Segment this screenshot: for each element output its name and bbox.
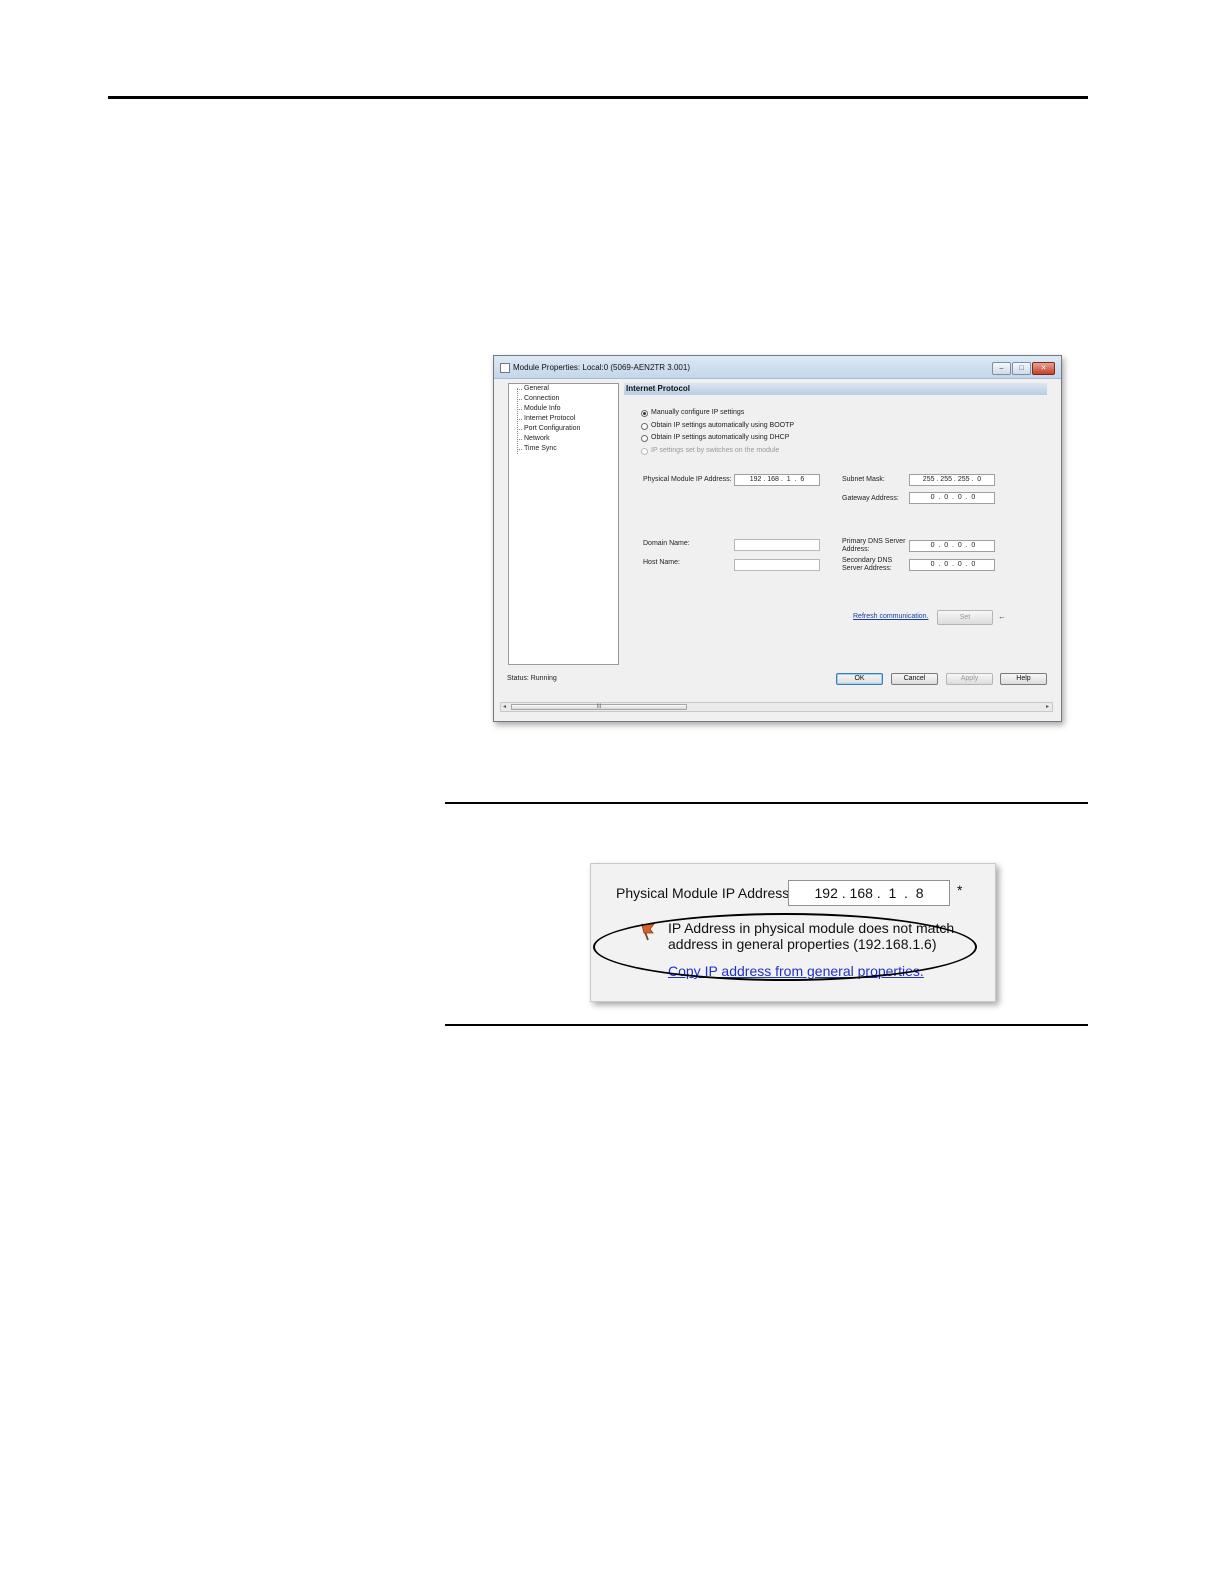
top-rule xyxy=(108,96,1088,99)
arrow-left-icon: ← xyxy=(998,612,1006,621)
secondary-dns-label: Secondary DNS Server Address: xyxy=(842,557,893,572)
tree-item-internet-protocol[interactable]: Internet Protocol xyxy=(524,415,575,422)
radio-manual-label: Manually configure IP settings xyxy=(651,409,745,416)
tree-item-connection[interactable]: Connection xyxy=(524,395,559,402)
radio-switches xyxy=(641,448,648,455)
subnet-mask-label: Subnet Mask: xyxy=(842,476,885,483)
tree-item-network[interactable]: Network xyxy=(524,435,550,442)
apply-button[interactable]: Apply xyxy=(946,673,993,685)
radio-bootp[interactable] xyxy=(641,423,648,430)
modified-indicator: * xyxy=(957,882,963,898)
scroll-right-icon[interactable]: ▸ xyxy=(1046,703,1049,710)
tree-item-port-configuration[interactable]: Port Configuration xyxy=(524,425,580,432)
status-text: Status: Running xyxy=(507,675,557,682)
module-properties-dialog: Module Properties: Local:0 (5069-AEN2TR … xyxy=(493,355,1062,722)
section-header: Internet Protocol xyxy=(624,383,1047,395)
cancel-button[interactable]: Cancel xyxy=(891,673,938,685)
physical-ip-input[interactable]: 192 . 168 . 1 . 6 xyxy=(734,474,820,486)
section-rule-top xyxy=(445,802,1088,804)
domain-name-label: Domain Name: xyxy=(643,540,690,547)
domain-name-input[interactable] xyxy=(734,539,820,551)
detail-physical-ip-label: Physical Module IP Address: xyxy=(616,885,794,901)
primary-dns-label: Primary DNS Server Address: xyxy=(842,538,906,553)
section-title: Internet Protocol xyxy=(626,384,691,393)
host-name-label: Host Name: xyxy=(643,559,680,566)
close-button[interactable]: ✕ xyxy=(1032,362,1055,375)
gateway-input[interactable]: 0 . 0 . 0 . 0 xyxy=(909,492,995,504)
set-button[interactable]: Set xyxy=(937,610,993,625)
scroll-thumb[interactable]: III xyxy=(511,704,687,710)
detail-physical-ip-input[interactable]: 192 . 168 . 1 . 8 xyxy=(788,880,950,906)
secondary-dns-input[interactable]: 0 . 0 . 0 . 0 xyxy=(909,559,995,571)
tree-item-module-info[interactable]: Module Info xyxy=(524,405,561,412)
maximize-button[interactable]: □ xyxy=(1012,362,1031,375)
radio-manual[interactable] xyxy=(641,410,648,417)
app-icon xyxy=(500,363,510,373)
highlight-oval xyxy=(593,913,977,981)
minimize-button[interactable]: – xyxy=(992,362,1011,375)
category-tree: General Connection Module Info Internet … xyxy=(508,383,619,665)
subnet-mask-input[interactable]: 255 . 255 . 255 . 0 xyxy=(909,474,995,486)
scroll-left-icon[interactable]: ◂ xyxy=(503,703,506,710)
physical-ip-label: Physical Module IP Address: xyxy=(643,476,732,483)
radio-dhcp-label: Obtain IP settings automatically using D… xyxy=(651,434,790,441)
dialog-titlebar: Module Properties: Local:0 (5069-AEN2TR … xyxy=(494,356,1061,379)
ok-button[interactable]: OK xyxy=(836,673,883,685)
radio-bootp-label: Obtain IP settings automatically using B… xyxy=(651,422,795,429)
refresh-communication-link[interactable]: Refresh communication. xyxy=(853,613,928,620)
section-rule-bottom xyxy=(445,1024,1088,1026)
tree-item-general[interactable]: General xyxy=(524,385,549,392)
ip-mismatch-detail: Physical Module IP Address: 192 . 168 . … xyxy=(590,863,996,1002)
help-button[interactable]: Help xyxy=(1000,673,1047,685)
horizontal-scrollbar[interactable]: ◂ III ▸ xyxy=(500,702,1053,712)
dialog-title: Module Properties: Local:0 (5069-AEN2TR … xyxy=(513,363,690,372)
radio-switches-label: IP settings set by switches on the modul… xyxy=(651,447,780,454)
host-name-input[interactable] xyxy=(734,559,820,571)
primary-dns-input[interactable]: 0 . 0 . 0 . 0 xyxy=(909,540,995,552)
tree-item-time-sync[interactable]: Time Sync xyxy=(524,445,557,452)
radio-dhcp[interactable] xyxy=(641,435,648,442)
gateway-label: Gateway Address: xyxy=(842,495,899,502)
